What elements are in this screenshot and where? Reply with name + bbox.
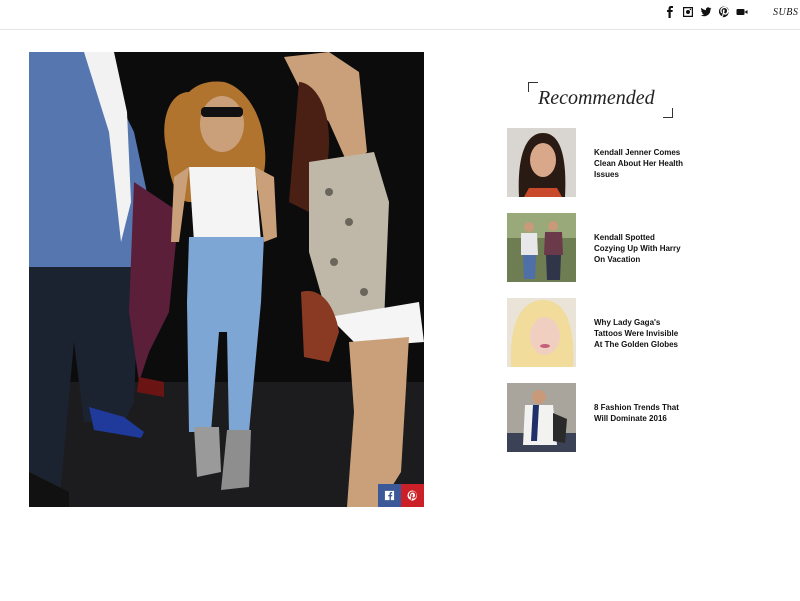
twitter-icon[interactable] [700,6,712,18]
top-bar: SUBS [0,0,800,30]
corner-bracket-bottom-right [663,108,673,118]
social-links [664,6,748,18]
recommended-heading: Recommended [528,82,673,118]
youtube-icon[interactable] [736,6,748,18]
hero-photo [29,52,424,507]
pinterest-share-button[interactable] [401,484,424,507]
recommended-title: Recommended [538,87,655,109]
facebook-share-button[interactable] [378,484,401,507]
subscribe-link[interactable]: SUBS [773,7,798,18]
street-photo-illustration [29,52,424,507]
pinterest-icon[interactable] [718,6,730,18]
recommended-item[interactable]: Kendall Spotted Cozying Up With Harry On… [507,213,687,283]
recommended-item[interactable]: 8 Fashion Trends That Will Dominate 2016 [507,383,687,453]
facebook-share-icon [384,490,395,501]
recommended-thumbnail[interactable] [507,298,576,367]
recommended-item-title[interactable]: Why Lady Gaga's Tattoos Were Invisible A… [594,317,686,350]
recommended-item-title[interactable]: Kendall Spotted Cozying Up With Harry On… [594,232,686,265]
instagram-icon[interactable] [682,6,694,18]
recommended-item-title[interactable]: Kendall Jenner Comes Clean About Her Hea… [594,147,686,180]
pinterest-share-icon [407,490,417,501]
recommended-thumbnail[interactable] [507,128,576,197]
corner-bracket-top-left [528,82,538,92]
recommended-item-title[interactable]: 8 Fashion Trends That Will Dominate 2016 [594,402,686,424]
recommended-thumbnail[interactable] [507,383,576,452]
facebook-icon[interactable] [664,6,676,18]
recommended-thumbnail[interactable] [507,213,576,282]
recommended-item[interactable]: Why Lady Gaga's Tattoos Were Invisible A… [507,298,687,368]
recommended-item[interactable]: Kendall Jenner Comes Clean About Her Hea… [507,128,687,198]
